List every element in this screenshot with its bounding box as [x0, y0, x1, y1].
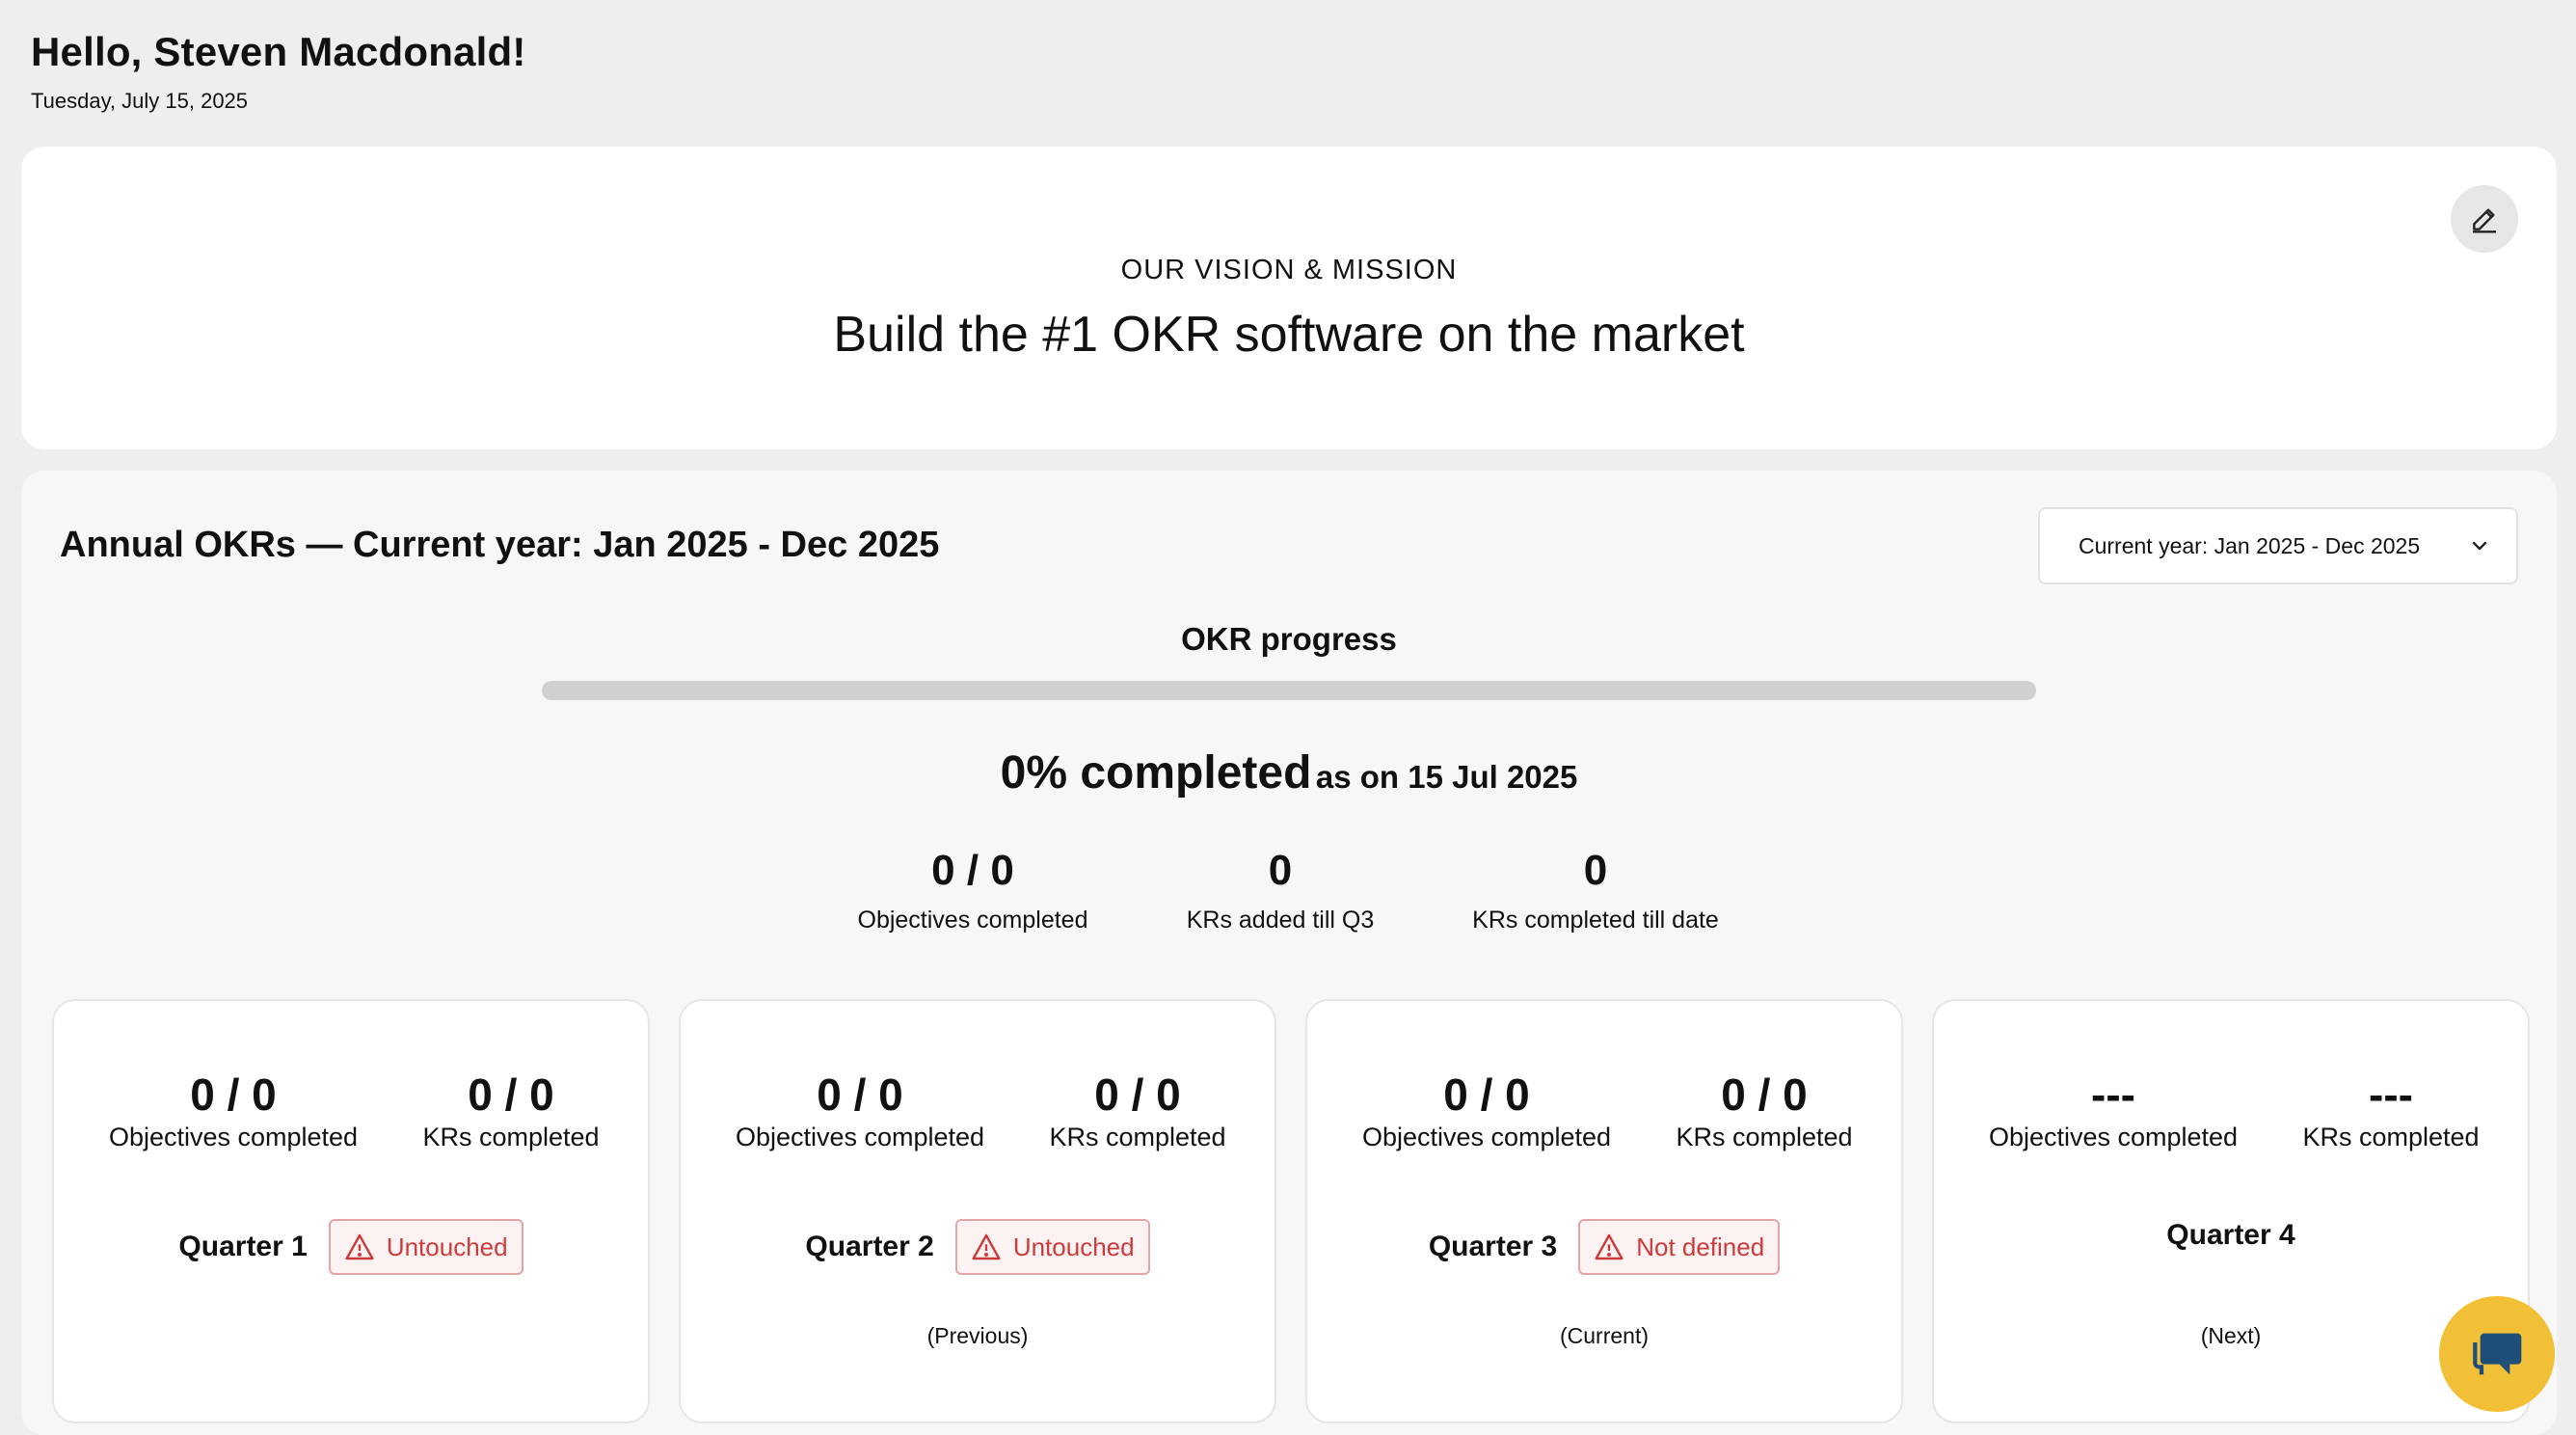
quarter-objectives-label: Objectives completed: [735, 1123, 985, 1151]
quarter-krs-stat: 0 / 0 KRs completed: [1676, 1069, 1852, 1152]
vision-label: OUR VISION & MISSION: [1120, 255, 1458, 285]
completion-summary: 0% completed as on 15 Jul 2025: [21, 746, 2557, 799]
chat-bubble-icon: [2473, 1333, 2522, 1375]
quarter-krs-value: 0 / 0: [1094, 1069, 1181, 1120]
vision-statement: Build the #1 OKR software on the market: [833, 307, 1745, 363]
summary-value: 0 / 0: [931, 847, 1014, 894]
warning-icon: [972, 1233, 1001, 1260]
status-badge-label: Not defined: [1636, 1232, 1765, 1261]
quarter-objectives-value: 0 / 0: [1443, 1069, 1530, 1120]
quarter-objectives-stat: 0 / 0 Objectives completed: [109, 1069, 358, 1152]
summary-label: KRs completed till date: [1472, 907, 1719, 934]
annual-okrs-title: Annual OKRs — Current year: Jan 2025 - D…: [60, 525, 940, 565]
year-select-value: Current year: Jan 2025 - Dec 2025: [2079, 532, 2421, 558]
quarter-krs-stat: 0 / 0 KRs completed: [422, 1069, 599, 1152]
quarter-krs-label: KRs completed: [422, 1123, 600, 1151]
quarter-objectives-label: Objectives completed: [1361, 1123, 1612, 1151]
chevron-down-icon: [2472, 541, 2487, 551]
annual-okrs-section: Annual OKRs — Current year: Jan 2025 - D…: [21, 471, 2557, 1435]
chat-launcher-button[interactable]: [2439, 1296, 2555, 1412]
quarter-krs-label: KRs completed: [1049, 1123, 1226, 1151]
status-badge-label: Untouched: [1012, 1232, 1135, 1261]
summary-label: Objectives completed: [857, 907, 1088, 934]
quarter-status-row: Quarter 2 Untouched: [681, 1219, 1275, 1275]
status-badge: Not defined: [1578, 1219, 1781, 1275]
quarter-status-row: Quarter 4: [1934, 1219, 2528, 1252]
summary-krs-completed: 0 KRs completed till date: [1472, 847, 1719, 934]
quarter-krs-stat: --- KRs completed: [2302, 1069, 2479, 1152]
quarter-objectives-stat: 0 / 0 Objectives completed: [1362, 1069, 1611, 1152]
greeting-header: Hello, Steven Macdonald! Tuesday, July 1…: [31, 29, 526, 114]
summary-value: 0: [1268, 847, 1293, 894]
quarter-objectives-label: Objectives completed: [108, 1123, 359, 1151]
quarter-objectives-value: 0 / 0: [817, 1069, 903, 1120]
completion-as-of: as on 15 Jul 2025: [1315, 759, 1578, 795]
quarter-krs-label: KRs completed: [1676, 1123, 1853, 1151]
quarter-card-1[interactable]: 0 / 0 Objectives completed 0 / 0 KRs com…: [52, 999, 650, 1423]
summary-label: KRs added till Q3: [1186, 907, 1375, 934]
quarter-objectives-value: 0 / 0: [190, 1069, 277, 1120]
warning-icon: [345, 1233, 374, 1260]
quarter-krs-value: ---: [2369, 1069, 2413, 1120]
completion-percent: 0% completed: [1000, 747, 1312, 799]
pencil-icon: [2473, 208, 2496, 233]
quarter-sub-label: (Previous): [926, 1323, 1029, 1348]
summary-krs-added: 0 KRs added till Q3: [1187, 847, 1375, 934]
status-badge-label: Untouched: [386, 1232, 508, 1261]
quarter-krs-label: KRs completed: [2302, 1123, 2480, 1151]
quarter-status-row: Quarter 1 Untouched: [54, 1219, 648, 1275]
quarter-name: Quarter 3: [1428, 1231, 1558, 1262]
greeting-title: Hello, Steven Macdonald!: [31, 29, 526, 74]
status-badge: Untouched: [328, 1219, 523, 1275]
quarter-objectives-stat: --- Objectives completed: [1989, 1069, 2238, 1152]
status-badge: Untouched: [954, 1219, 1150, 1275]
quarter-krs-value: 0 / 0: [1721, 1069, 1808, 1120]
quarter-card-2[interactable]: 0 / 0 Objectives completed 0 / 0 KRs com…: [679, 999, 1276, 1423]
okr-progress-title: OKR progress: [1181, 621, 1397, 657]
quarter-status-row: Quarter 3 Not defined: [1307, 1219, 1901, 1275]
quarter-name: Quarter 2: [805, 1231, 934, 1262]
quarter-objectives-stat: 0 / 0 Objectives completed: [736, 1069, 984, 1152]
quarter-sub-label: (Current): [1559, 1323, 1649, 1348]
year-select-dropdown[interactable]: Current year: Jan 2025 - Dec 2025: [2038, 507, 2518, 584]
quarter-krs-value: 0 / 0: [468, 1069, 554, 1120]
quarter-name: Quarter 4: [2166, 1219, 2295, 1251]
okr-progress-bar: [542, 681, 2036, 700]
vision-mission-card: OUR VISION & MISSION Build the #1 OKR so…: [21, 147, 2557, 449]
warning-icon: [1595, 1233, 1623, 1260]
edit-vision-button[interactable]: [2451, 185, 2518, 253]
summary-value: 0: [1583, 847, 1608, 894]
quarter-krs-stat: 0 / 0 KRs completed: [1049, 1069, 1225, 1152]
quarter-name: Quarter 1: [178, 1231, 308, 1262]
quarter-objectives-value: ---: [2091, 1069, 2135, 1120]
current-date: Tuesday, July 15, 2025: [31, 89, 249, 113]
quarter-card-3[interactable]: 0 / 0 Objectives completed 0 / 0 KRs com…: [1305, 999, 1903, 1423]
quarter-objectives-label: Objectives completed: [1988, 1123, 2239, 1151]
summary-objectives-completed: 0 / 0 Objectives completed: [857, 847, 1087, 934]
